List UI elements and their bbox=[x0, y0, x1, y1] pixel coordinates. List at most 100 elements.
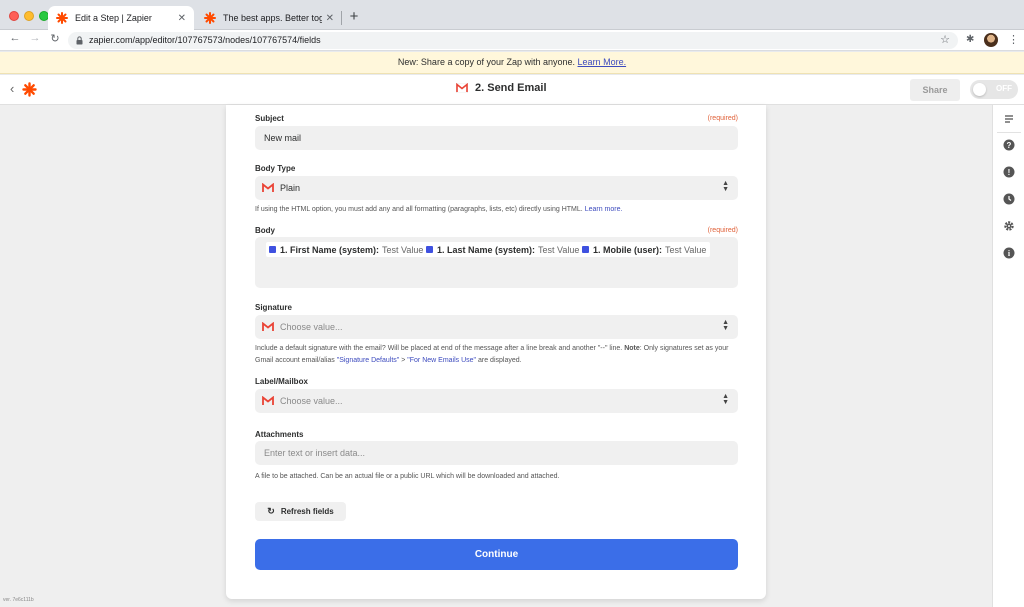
lock-icon bbox=[76, 36, 83, 45]
alert-icon[interactable]: ! bbox=[1003, 166, 1015, 178]
back-chevron-icon[interactable]: ‹ bbox=[10, 81, 14, 96]
forward-arrow-icon[interactable]: → bbox=[28, 32, 42, 44]
gmail-icon bbox=[262, 322, 274, 331]
token-value: Test Value bbox=[538, 244, 580, 255]
subject-required-tag: (required) bbox=[707, 115, 738, 122]
gmail-icon bbox=[262, 183, 274, 192]
zapier-logo-icon[interactable] bbox=[22, 82, 37, 97]
step-form-panel: Subject (required) New mail Body Type Pl… bbox=[226, 105, 766, 599]
body-type-help-text: If using the HTML option, you must add a… bbox=[255, 206, 583, 213]
attachments-placeholder: Enter text or insert data... bbox=[264, 448, 366, 458]
gmail-icon bbox=[262, 396, 274, 405]
tab-zapier-home[interactable]: The best apps. Better togethe ✕ bbox=[196, 6, 342, 30]
toggle-knob bbox=[973, 83, 986, 96]
select-arrows-icon: ▲ ▼ bbox=[722, 319, 729, 332]
refresh-fields-label: Refresh fields bbox=[280, 507, 334, 516]
select-arrows-icon: ▲ ▼ bbox=[722, 393, 729, 406]
step-title: 2. Send Email bbox=[456, 82, 547, 94]
browser-toolbar: ← → ↻ zapier.com/app/editor/107767573/no… bbox=[0, 30, 1024, 51]
tab-title: The best apps. Better togethe bbox=[223, 13, 322, 23]
banner-text: New: Share a copy of your Zap with anyon… bbox=[397, 57, 576, 67]
attachments-help: A file to be attached. Can be an actual … bbox=[255, 473, 560, 480]
share-button[interactable]: Share bbox=[910, 79, 960, 101]
continue-button[interactable]: Continue bbox=[255, 539, 738, 570]
refresh-icon: ↻ bbox=[267, 506, 275, 516]
history-icon[interactable] bbox=[1003, 193, 1015, 205]
body-input[interactable]: 1. First Name (system): Test Value 1. La… bbox=[255, 237, 738, 288]
token-icon bbox=[426, 246, 433, 253]
tab-edit-step[interactable]: Edit a Step | Zapier ✕ bbox=[48, 6, 194, 30]
reload-icon[interactable]: ↻ bbox=[48, 32, 62, 45]
subject-label: Subject bbox=[255, 114, 284, 123]
signature-help-text-3: are displayed. bbox=[478, 357, 522, 364]
tab-divider bbox=[341, 11, 342, 25]
signature-label: Signature bbox=[255, 303, 292, 312]
body-token-mobile[interactable]: 1. Mobile (user): Test Value bbox=[579, 242, 711, 257]
signature-help-separator: > bbox=[401, 357, 406, 364]
subject-input[interactable]: New mail bbox=[255, 126, 738, 150]
new-tab-icon[interactable]: + bbox=[347, 8, 361, 25]
announcement-banner: New: Share a copy of your Zap with anyon… bbox=[0, 52, 1024, 74]
zap-on-off-toggle[interactable]: OFF bbox=[970, 80, 1018, 99]
right-sidebar: ? ! i bbox=[992, 105, 1024, 607]
step-title-text: 2. Send Email bbox=[475, 82, 547, 94]
zapier-logo-icon bbox=[204, 12, 216, 24]
body-type-learn-more-link[interactable]: Learn more. bbox=[585, 206, 623, 213]
signature-placeholder: Choose value... bbox=[280, 322, 343, 332]
editor-header: ‹ 2. Send Email Share OFF bbox=[0, 75, 1024, 105]
signature-help-text: Include a default signature with the ema… bbox=[255, 345, 623, 352]
body-token-last-name[interactable]: 1. Last Name (system): Test Value bbox=[423, 242, 584, 257]
body-token-first-name[interactable]: 1. First Name (system): Test Value bbox=[266, 242, 428, 257]
body-required-tag: (required) bbox=[707, 227, 738, 234]
url-text: zapier.com/app/editor/107767573/nodes/10… bbox=[89, 35, 321, 45]
minimize-window-button[interactable] bbox=[24, 11, 34, 21]
gmail-icon bbox=[456, 83, 468, 93]
body-type-value: Plain bbox=[280, 183, 301, 193]
zapier-logo-icon bbox=[56, 12, 68, 24]
details-icon[interactable] bbox=[1003, 113, 1015, 125]
signature-help-note: Note bbox=[624, 345, 640, 352]
for-new-emails-link[interactable]: "For New Emails Use" bbox=[407, 357, 476, 364]
profile-avatar[interactable] bbox=[984, 33, 998, 47]
body-type-select[interactable]: Plain ▲ ▼ bbox=[255, 176, 738, 200]
version-tag: ver. 7e6c111b bbox=[3, 597, 34, 603]
body-label: Body bbox=[255, 226, 275, 235]
address-bar[interactable]: zapier.com/app/editor/107767573/nodes/10… bbox=[68, 32, 958, 49]
refresh-fields-button[interactable]: ↻ Refresh fields bbox=[255, 502, 346, 521]
extensions-puzzle-icon[interactable]: ✱ bbox=[966, 34, 974, 45]
token-key: 1. First Name (system): bbox=[280, 244, 380, 255]
settings-icon[interactable] bbox=[1003, 220, 1015, 232]
token-key: 1. Mobile (user): bbox=[593, 244, 663, 255]
svg-text:!: ! bbox=[1008, 168, 1011, 177]
info-icon[interactable]: i bbox=[1003, 247, 1015, 259]
token-key: 1. Last Name (system): bbox=[437, 244, 536, 255]
toggle-label: OFF bbox=[996, 84, 1012, 93]
label-mailbox-label: Label/Mailbox bbox=[255, 377, 308, 386]
browser-tab-strip: Edit a Step | Zapier ✕ The best apps. Be… bbox=[0, 0, 1024, 30]
token-icon bbox=[269, 246, 276, 253]
bookmark-star-icon[interactable]: ☆ bbox=[940, 33, 950, 46]
back-arrow-icon[interactable]: ← bbox=[8, 32, 22, 44]
token-value: Test Value bbox=[382, 244, 424, 255]
attachments-input[interactable]: Enter text or insert data... bbox=[255, 441, 738, 465]
close-tab-icon[interactable]: ✕ bbox=[326, 13, 334, 24]
tab-title: Edit a Step | Zapier bbox=[75, 13, 152, 23]
svg-text:?: ? bbox=[1007, 141, 1012, 150]
close-window-button[interactable] bbox=[9, 11, 19, 21]
close-tab-icon[interactable]: ✕ bbox=[178, 13, 186, 24]
sidebar-divider bbox=[997, 132, 1021, 133]
banner-learn-more-link[interactable]: Learn More. bbox=[578, 57, 627, 67]
body-type-help: If using the HTML option, you must add a… bbox=[255, 204, 738, 216]
browser-menu-icon[interactable]: ⋮ bbox=[1008, 33, 1019, 46]
select-arrows-icon: ▲ ▼ bbox=[722, 180, 729, 193]
token-icon bbox=[582, 246, 589, 253]
help-icon[interactable]: ? bbox=[1003, 139, 1015, 151]
label-mailbox-select[interactable]: Choose value... ▲ ▼ bbox=[255, 389, 738, 413]
attachments-label: Attachments bbox=[255, 430, 304, 439]
subject-value: New mail bbox=[264, 133, 302, 143]
label-mailbox-placeholder: Choose value... bbox=[280, 396, 343, 406]
signature-help: Include a default signature with the ema… bbox=[255, 343, 738, 367]
signature-select[interactable]: Choose value... ▲ ▼ bbox=[255, 315, 738, 339]
body-type-label: Body Type bbox=[255, 164, 296, 173]
signature-defaults-link[interactable]: "Signature Defaults" bbox=[337, 357, 400, 364]
